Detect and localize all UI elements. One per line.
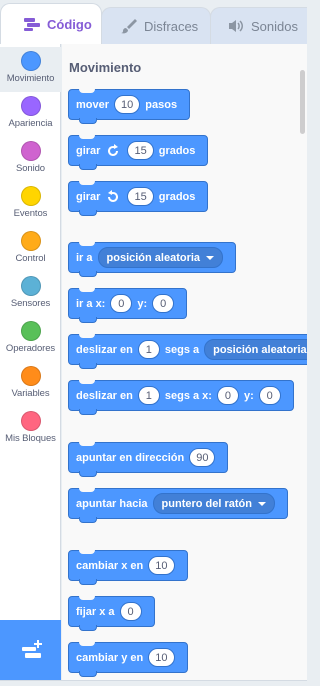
caret-down-icon (206, 255, 215, 260)
block-turn-right[interactable]: girar 15 grados (68, 135, 209, 170)
code-icon (23, 16, 41, 32)
app-root: Sonidos Disfraces Código Movimiento Apar… (0, 0, 307, 686)
tab-disfraces-label: Disfraces (144, 18, 199, 34)
category-operadores[interactable]: Operadores (0, 317, 61, 362)
category-label: Variables (11, 388, 50, 399)
block-text: ir a (76, 251, 93, 264)
tab-codigo[interactable]: Código (0, 3, 102, 44)
block-set-x[interactable]: fijar x a 0 (68, 596, 155, 631)
category-movimiento[interactable]: Movimiento (0, 47, 61, 92)
degrees-input[interactable]: 15 (127, 187, 154, 206)
x-set-input[interactable]: 0 (119, 602, 142, 621)
block-text: grados (158, 144, 196, 157)
category-label: Sonido (16, 163, 45, 174)
category-menu: Movimiento Apariencia Sonido Eventos Con… (0, 43, 61, 686)
palette-scrollbar[interactable] (300, 70, 305, 134)
towards-dropdown[interactable]: puntero del ratón (152, 493, 275, 514)
category-label: Control (15, 253, 46, 264)
category-eventos[interactable]: Eventos (0, 182, 61, 227)
category-dot-icon (20, 276, 41, 296)
rotate-left-icon (105, 189, 121, 205)
block-text: apuntar hacia (76, 497, 148, 510)
tab-disfraces[interactable]: Disfraces (101, 7, 211, 44)
block-palette: Movimiento mover 10 pasos girar 15 grado… (62, 44, 307, 686)
block-text: segs a x: (164, 389, 212, 402)
block-text: cambiar y en (76, 651, 144, 664)
category-dot-icon (20, 51, 41, 71)
x-change-input[interactable]: 10 (148, 556, 175, 575)
dropdown-value: puntero del ratón (161, 497, 252, 510)
block-glide-to[interactable]: deslizar en 1 segs a posición aleatoria (68, 334, 307, 369)
speaker-icon (227, 18, 245, 34)
block-text: cambiar x en (76, 559, 144, 572)
brush-icon (120, 18, 138, 34)
category-label: Mis Bloques (5, 433, 56, 444)
y-input[interactable]: 0 (258, 386, 281, 405)
category-label: Eventos (13, 208, 48, 219)
steps-input[interactable]: 10 (114, 95, 141, 114)
tab-bar: Sonidos Disfraces Código (0, 0, 307, 44)
add-extension-icon (21, 639, 43, 661)
tab-sonidos[interactable]: Sonidos (210, 7, 307, 44)
block-point-direction[interactable]: apuntar en dirección 90 (68, 442, 229, 477)
category-control[interactable]: Control (0, 227, 61, 272)
block-text: y: (137, 297, 148, 310)
block-text: girar (76, 190, 101, 203)
category-variables[interactable]: Variables (0, 362, 61, 407)
block-text: ir a x: (76, 297, 106, 310)
category-sensores[interactable]: Sensores (0, 272, 61, 317)
seconds-input[interactable]: 1 (137, 386, 160, 405)
direction-input[interactable]: 90 (189, 448, 216, 467)
block-text: deslizar en (76, 343, 133, 356)
block-change-x[interactable]: cambiar x en 10 (68, 550, 188, 585)
category-label: Operadores (5, 343, 56, 354)
block-point-towards[interactable]: apuntar hacia puntero del ratón (68, 488, 288, 523)
y-change-input[interactable]: 10 (148, 648, 175, 667)
category-mis-bloques[interactable]: Mis Bloques (0, 407, 61, 452)
block-goto[interactable]: ir a posición aleatoria (68, 242, 237, 277)
block-change-y[interactable]: cambiar y en 10 (68, 642, 188, 677)
y-input[interactable]: 0 (152, 294, 175, 313)
add-extension-button[interactable] (0, 620, 61, 686)
block-move-steps[interactable]: mover 10 pasos (68, 89, 191, 124)
category-label: Apariencia (8, 118, 53, 129)
section-title: Movimiento (69, 60, 142, 75)
x-input[interactable]: 0 (216, 386, 239, 405)
block-goto-xy[interactable]: ir a x: 0 y: 0 (68, 288, 188, 323)
category-dot-icon (20, 141, 41, 161)
block-text: grados (158, 190, 196, 203)
target-dropdown[interactable]: posición aleatoria (204, 339, 307, 360)
category-dot-icon (20, 96, 41, 116)
category-dot-icon (20, 321, 41, 341)
degrees-input[interactable]: 15 (127, 141, 154, 160)
rotate-right-icon (105, 143, 121, 159)
dropdown-value: posición aleatoria (213, 343, 307, 356)
category-dot-icon (20, 366, 41, 386)
category-dot-icon (20, 186, 41, 206)
block-text: apuntar en dirección (76, 451, 185, 464)
x-input[interactable]: 0 (110, 294, 133, 313)
target-dropdown[interactable]: posición aleatoria (97, 247, 224, 268)
category-dot-icon (20, 231, 41, 251)
block-text: mover (76, 98, 110, 111)
category-sonido[interactable]: Sonido (0, 137, 61, 182)
block-text: deslizar en (76, 389, 133, 402)
block-glide-xy[interactable]: deslizar en 1 segs a x: 0 y: 0 (68, 380, 294, 415)
block-text: girar (76, 144, 101, 157)
category-label: Sensores (10, 298, 51, 309)
category-dot-icon (20, 411, 41, 431)
tab-sonidos-label: Sonidos (251, 18, 298, 34)
caret-down-icon (257, 501, 266, 506)
block-turn-left[interactable]: girar 15 grados (68, 181, 209, 216)
bottom-edge (0, 680, 307, 686)
category-apariencia[interactable]: Apariencia (0, 92, 61, 137)
seconds-input[interactable]: 1 (137, 340, 160, 359)
tab-codigo-label: Código (47, 16, 92, 32)
category-label: Movimiento (6, 73, 55, 84)
block-text: fijar x a (76, 605, 115, 618)
block-text: y: (243, 389, 254, 402)
block-text: segs a (164, 343, 200, 356)
block-text: pasos (145, 98, 178, 111)
dropdown-value: posición aleatoria (106, 251, 201, 264)
